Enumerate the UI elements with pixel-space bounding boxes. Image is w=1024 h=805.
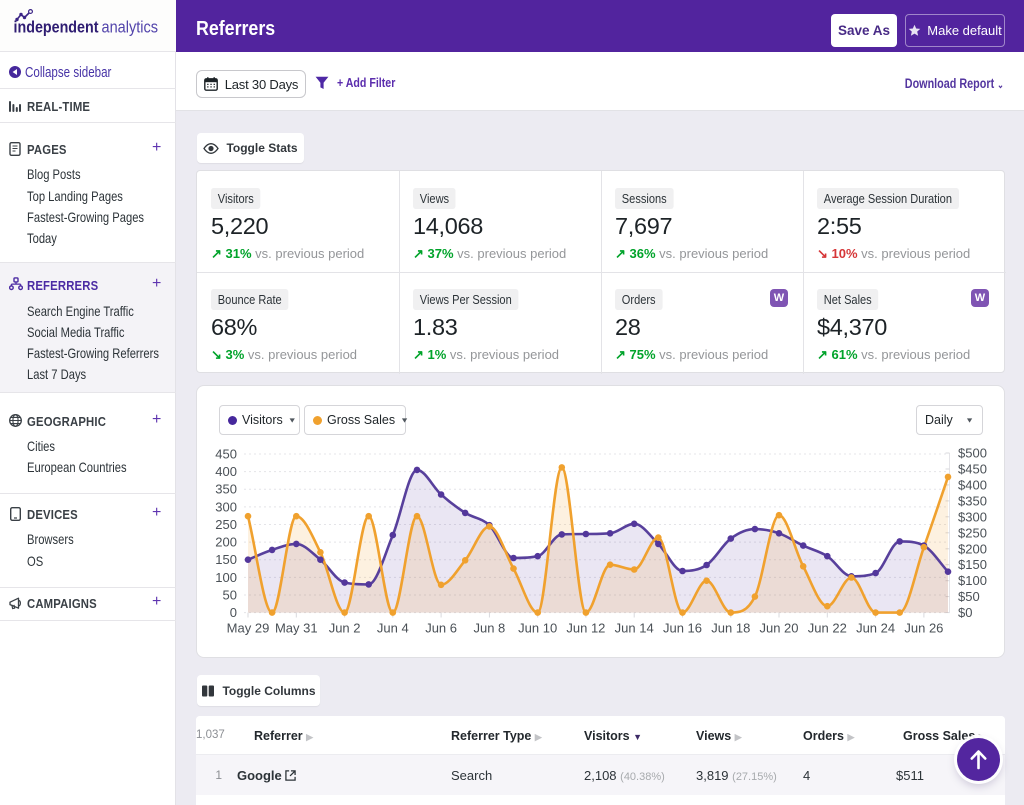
svg-text:300: 300 [215,499,237,514]
svg-text:100: 100 [215,570,237,585]
svg-text:Jun 4: Jun 4 [377,621,409,636]
svg-text:$300: $300 [958,509,987,524]
svg-text:Jun 22: Jun 22 [808,621,847,636]
svg-text:250: 250 [215,517,237,532]
svg-text:$100: $100 [958,573,987,588]
svg-text:$500: $500 [958,446,987,461]
svg-text:Jun 6: Jun 6 [425,621,457,636]
svg-text:Jun 16: Jun 16 [663,621,702,636]
svg-text:Jun 10: Jun 10 [518,621,557,636]
svg-text:independent: independent [14,18,99,37]
svg-text:400: 400 [215,464,237,479]
svg-text:450: 450 [215,447,237,462]
svg-text:$400: $400 [958,477,987,492]
svg-text:200: 200 [215,535,237,550]
svg-text:May 31: May 31 [275,621,318,636]
svg-text:Jun 14: Jun 14 [615,621,654,636]
svg-text:Jun 8: Jun 8 [473,621,505,636]
svg-text:Jun 12: Jun 12 [566,621,605,636]
svg-text:Jun 20: Jun 20 [759,621,798,636]
svg-text:Jun 2: Jun 2 [329,621,361,636]
svg-text:$0: $0 [958,605,972,620]
svg-text:Jun 26: Jun 26 [904,621,943,636]
svg-text:150: 150 [215,552,237,567]
svg-text:$350: $350 [958,493,987,508]
svg-text:$250: $250 [958,525,987,540]
svg-text:Jun 24: Jun 24 [856,621,895,636]
svg-text:$200: $200 [958,541,987,556]
svg-text:$450: $450 [958,462,987,477]
svg-text:$150: $150 [958,557,987,572]
svg-text:50: 50 [223,588,237,603]
svg-text:350: 350 [215,482,237,497]
svg-text:$50: $50 [958,589,980,604]
svg-text:0: 0 [230,605,237,620]
svg-text:analytics: analytics [102,18,159,37]
svg-text:May 29: May 29 [227,621,270,636]
svg-text:Jun 18: Jun 18 [711,621,750,636]
